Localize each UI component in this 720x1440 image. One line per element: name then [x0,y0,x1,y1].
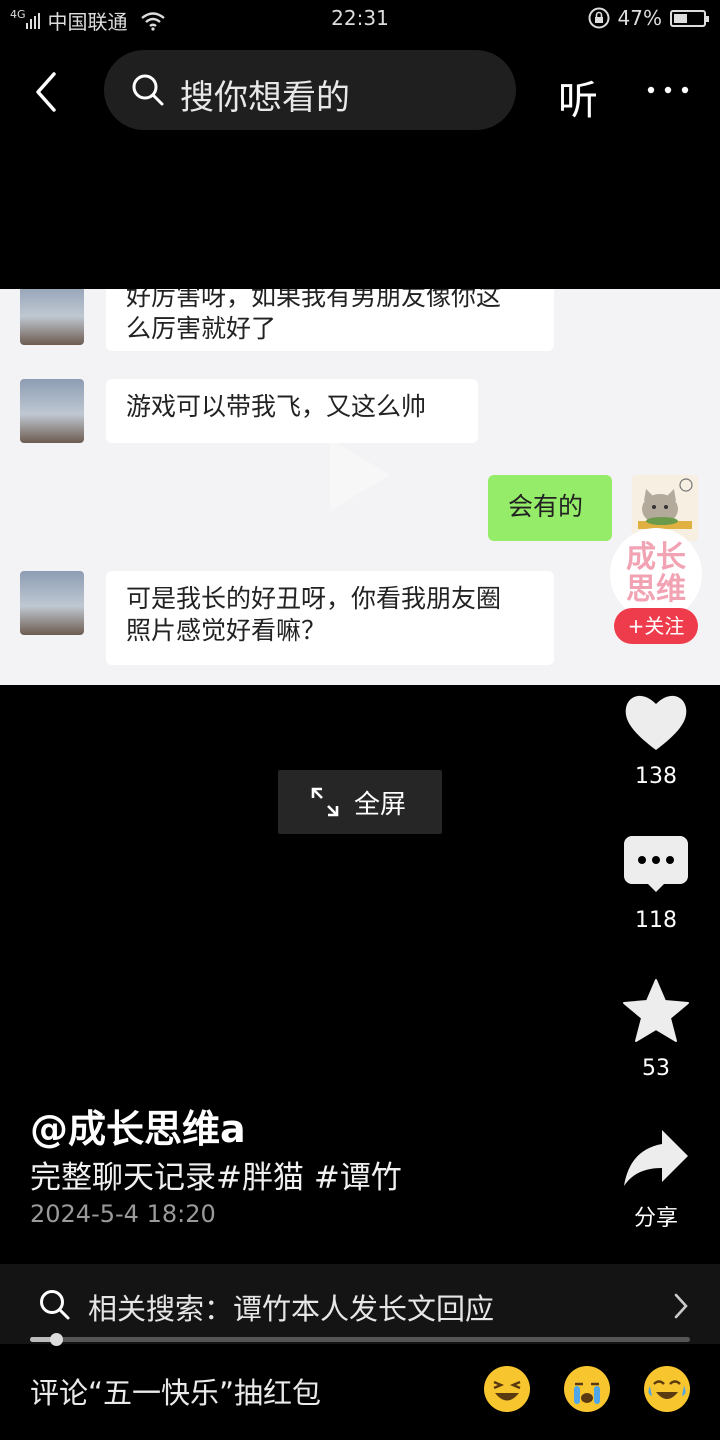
search-icon [40,1290,70,1320]
related-search-text: 相关搜索：谭竹本人发长文回应 [88,1292,495,1326]
search-icon [132,74,164,106]
lock-icon [588,7,610,29]
author-avatar-text: 成长 思维 [626,540,686,607]
emoji-cry-icon[interactable] [564,1366,610,1412]
share-label[interactable]: 分享 [620,1200,692,1232]
chat-avatar [20,289,84,345]
author-name[interactable]: @成长思维a [30,1098,246,1153]
progress-handle[interactable] [50,1333,64,1346]
chat-message: 可是我长的好丑呀，你看我朋友圈 照片感觉好看嘛？ [106,571,554,665]
battery-icon [670,9,709,27]
emoji-laugh-icon[interactable] [484,1366,530,1412]
comment-count: 118 [635,908,677,933]
search-placeholder: 搜你想看的 [180,78,350,118]
more-icon[interactable] [646,78,690,102]
heart-icon[interactable] [622,688,690,756]
follow-button[interactable]: +关注 [614,608,698,644]
listen-button[interactable]: 听 [558,68,598,126]
chat-avatar [20,379,84,443]
share-icon[interactable] [622,1126,690,1194]
chat-avatar [20,571,84,635]
expand-icon [311,787,339,817]
chat-message: 游戏可以带我飞，又这么帅 [106,379,478,443]
status-bar: 4G 中国联通 22:31 47% [0,0,720,38]
battery-percent: 47% [617,6,662,30]
star-icon[interactable] [622,978,690,1046]
chevron-right-icon [674,1293,688,1319]
favorite-count: 53 [642,1056,670,1081]
video-description[interactable]: 完整聊天记录#胖猫 #谭竹 [30,1152,402,1197]
related-search[interactable]: 相关搜索：谭竹本人发长文回应 [0,1264,720,1344]
like-count: 138 [635,764,677,789]
comment-icon[interactable] [622,834,690,902]
chat-message: 好厉害呀，如果我有男朋友像你这 么厉害就好了 [106,289,554,351]
video-frame[interactable]: 好厉害呀，如果我有男朋友像你这 么厉害就好了 游戏可以带我飞，又这么帅 会有的 … [0,289,720,685]
comment-input[interactable]: 评论“五一快乐”抽红包 [30,1370,321,1412]
emoji-tears-icon[interactable] [644,1366,690,1412]
video-progress[interactable] [30,1333,690,1346]
search-input[interactable]: 搜你想看的 [104,50,516,130]
post-date: 2024-5-4 18:20 [30,1200,216,1228]
chat-message: 会有的 [488,475,612,541]
play-icon [330,439,390,511]
fullscreen-button[interactable]: 全屏 [278,770,442,834]
fullscreen-label: 全屏 [354,790,407,820]
back-icon[interactable] [30,68,70,116]
author-avatar[interactable]: 成长 思维 [610,528,702,620]
